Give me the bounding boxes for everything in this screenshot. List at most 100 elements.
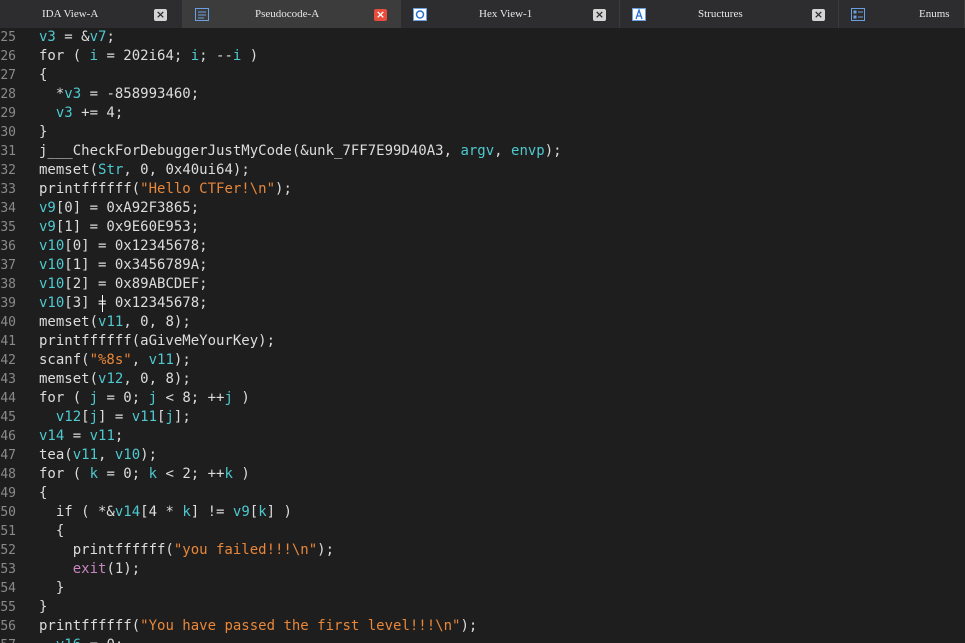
code-token: , <box>131 352 149 368</box>
variable-token[interactable]: k <box>149 466 157 482</box>
line-number: 45 <box>0 410 16 425</box>
variable-token[interactable]: v7 <box>90 29 107 45</box>
code-line[interactable]: 27 { <box>0 66 965 85</box>
variable-token[interactable]: j <box>149 390 157 406</box>
variable-token[interactable]: v14 <box>115 504 140 520</box>
code-line[interactable]: 56 printffffff("You have passed the first… <box>0 617 965 636</box>
code-line[interactable]: 37 v10[1] = 0x3456789A; <box>0 256 965 275</box>
tab-ida-view-a[interactable]: IDA View-A × <box>0 0 183 28</box>
variable-token[interactable]: Str <box>98 162 123 178</box>
variable-token[interactable]: v10 <box>39 238 64 254</box>
variable-token[interactable]: j <box>90 390 98 406</box>
function-token[interactable]: exit <box>73 561 107 577</box>
variable-token[interactable]: argv <box>460 143 494 159</box>
variable-token[interactable]: v11 <box>98 314 123 330</box>
code-line[interactable]: 44 for ( j = 0; j < 8; ++j ) <box>0 389 965 408</box>
variable-token[interactable]: v11 <box>149 352 174 368</box>
variable-token[interactable]: j <box>90 409 98 425</box>
variable-token[interactable]: j <box>224 390 232 406</box>
code-line[interactable]: 32 memset(Str, 0, 0x40ui64); <box>0 161 965 180</box>
code-line[interactable]: 36 v10[0] = 0x12345678; <box>0 237 965 256</box>
close-icon[interactable]: × <box>593 9 606 21</box>
tab-pseudocode-a[interactable]: Pseudocode-A × <box>183 0 401 28</box>
variable-token[interactable]: v10 <box>39 257 64 273</box>
variable-token[interactable]: i <box>191 48 199 64</box>
variable-token[interactable]: v9 <box>39 219 56 235</box>
code-token: ] != <box>190 504 233 520</box>
code-text: printffffff("you failed!!!\n"); <box>39 541 334 560</box>
code-line[interactable]: 29 v3 += 4; <box>0 104 965 123</box>
code-line[interactable]: 26 for ( i = 202i64; i; --i ) <box>0 47 965 66</box>
line-number: 55 <box>0 600 16 615</box>
variable-token[interactable]: v11 <box>90 428 115 444</box>
tab-hex-view-1[interactable]: Hex View-1 × <box>401 0 620 28</box>
variable-token[interactable]: v11 <box>132 409 157 425</box>
variable-token[interactable]: v14 <box>39 428 64 444</box>
string-token: "you failed!!!\n" <box>173 542 318 558</box>
variable-token[interactable]: k <box>182 504 190 520</box>
variable-token[interactable]: v11 <box>73 447 98 463</box>
line-number: 30 <box>0 125 16 140</box>
code-text: } <box>39 123 47 142</box>
code-line[interactable]: 39 v10[3] = 0x12345678; <box>0 294 965 313</box>
variable-token[interactable]: v10 <box>39 276 64 292</box>
code-token: < 8; ++ <box>157 390 225 406</box>
code-token: printffffff( <box>39 542 174 558</box>
code-line[interactable]: 53 exit(1); <box>0 560 965 579</box>
code-line[interactable]: 48 for ( k = 0; k < 2; ++k ) <box>0 465 965 484</box>
code-line[interactable]: 46 v14 = v11; <box>0 427 965 446</box>
line-number: 53 <box>0 562 16 577</box>
variable-token[interactable]: v3 <box>39 29 56 45</box>
variable-token[interactable]: k <box>258 504 266 520</box>
code-line[interactable]: 54 } <box>0 579 965 598</box>
code-line[interactable]: 52 printffffff("you failed!!!\n"); <box>0 541 965 560</box>
variable-token[interactable]: v9 <box>39 200 56 216</box>
line-number: 56 <box>0 619 16 634</box>
code-token: [3] = 0x12345678; <box>64 295 208 311</box>
code-token: ; -- <box>199 48 233 64</box>
code-text: for ( i = 202i64; i; --i ) <box>39 47 258 66</box>
code-line[interactable]: 33 printffffff("Hello CTFer!\n"); <box>0 180 965 199</box>
close-icon[interactable]: × <box>374 9 387 21</box>
code-line[interactable]: 28 *v3 = -858993460; <box>0 85 965 104</box>
code-line[interactable]: 40 memset(v11, 0, 8); <box>0 313 965 332</box>
variable-token[interactable]: v12 <box>98 371 123 387</box>
code-line[interactable]: 31 j___CheckForDebuggerJustMyCode(&unk_7F… <box>0 142 965 161</box>
variable-token[interactable]: i <box>90 48 98 64</box>
code-line[interactable]: 50 if ( *&v14[4 * k] != v9[k] ) <box>0 503 965 522</box>
code-line[interactable]: 41 printffffff(aGiveMeYourKey); <box>0 332 965 351</box>
code-line[interactable]: 35 v9[1] = 0x9E60E953; <box>0 218 965 237</box>
tab-enums[interactable]: Enums <box>839 0 965 28</box>
code-line[interactable]: 34 v9[0] = 0xA92F3865; <box>0 199 965 218</box>
variable-token[interactable]: k <box>90 466 98 482</box>
code-line[interactable]: 47 tea(v11, v10); <box>0 446 965 465</box>
line-number: 51 <box>0 524 16 539</box>
variable-token[interactable]: v3 <box>64 86 81 102</box>
code-line[interactable]: 45 v12[j] = v11[j]; <box>0 408 965 427</box>
variable-token[interactable]: v10 <box>39 295 64 311</box>
variable-token[interactable]: v12 <box>56 409 81 425</box>
code-line[interactable]: 42 scanf("%8s", v11); <box>0 351 965 370</box>
variable-token[interactable]: v10 <box>115 447 140 463</box>
variable-token[interactable]: j <box>165 409 173 425</box>
code-line[interactable]: 38 v10[2] = 0x89ABCDEF; <box>0 275 965 294</box>
code-token: { <box>39 67 48 83</box>
line-number: 41 <box>0 334 16 349</box>
variable-token[interactable]: v9 <box>233 504 250 520</box>
tab-structures[interactable]: Structures × <box>620 0 839 28</box>
code-line[interactable]: 25 v3 = &v7; <box>0 28 965 47</box>
variable-token[interactable]: k <box>224 466 232 482</box>
code-line[interactable]: 57 v16 = 0; <box>0 636 965 643</box>
code-line[interactable]: 49 { <box>0 484 965 503</box>
variable-token[interactable]: envp <box>511 143 545 159</box>
code-line[interactable]: 51 { <box>0 522 965 541</box>
variable-token[interactable]: v16 <box>56 637 81 643</box>
pseudocode-editor[interactable]: 25 v3 = &v7; 26 for ( i = 202i64; i; --i ) 2… <box>0 28 965 643</box>
variable-token[interactable]: v3 <box>56 105 73 121</box>
code-line[interactable]: 30} <box>0 123 965 142</box>
close-icon[interactable]: × <box>812 9 825 21</box>
code-text: v10[1] = 0x3456789A; <box>39 256 208 275</box>
close-icon[interactable]: × <box>154 9 167 21</box>
code-line[interactable]: 43 memset(v12, 0, 8); <box>0 370 965 389</box>
code-line[interactable]: 55} <box>0 598 965 617</box>
